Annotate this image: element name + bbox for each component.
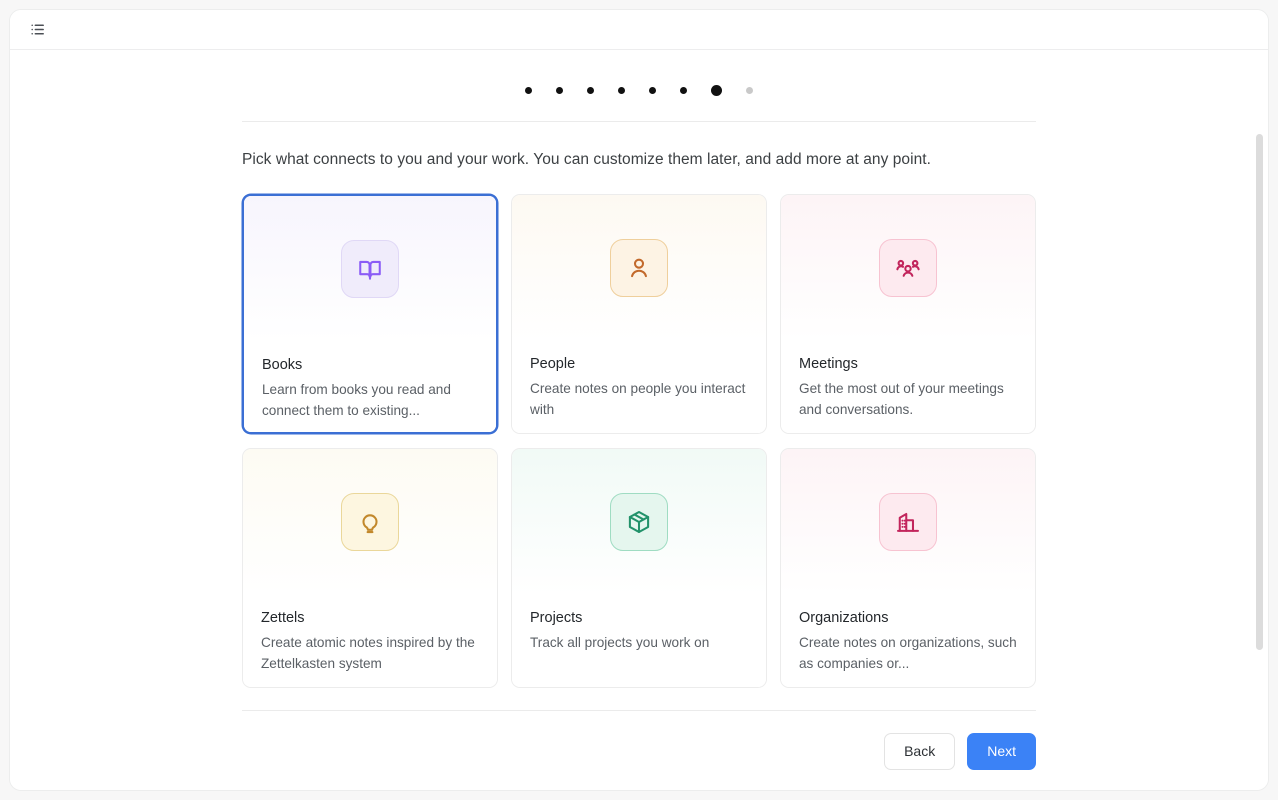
card-description: Get the most out of your meetings and co… bbox=[799, 379, 1017, 420]
card-art-meetings bbox=[781, 195, 1035, 340]
building-icon bbox=[895, 509, 921, 535]
card-title: Zettels bbox=[261, 609, 479, 628]
card-title: Books bbox=[262, 356, 478, 375]
card-title: People bbox=[530, 355, 748, 374]
icon-tile-organizations bbox=[879, 493, 937, 551]
card-body-zettels: Zettels Create atomic notes inspired by t… bbox=[243, 594, 497, 687]
content-scroll-area: Pick what connects to you and your work.… bbox=[10, 50, 1268, 790]
person-icon bbox=[626, 255, 652, 281]
lightbulb-icon bbox=[357, 509, 383, 535]
users-group-icon bbox=[895, 255, 921, 281]
back-button[interactable]: Back bbox=[884, 733, 955, 770]
card-art-zettels bbox=[243, 449, 497, 594]
card-body-meetings: Meetings Get the most out of your meeting… bbox=[781, 340, 1035, 433]
package-box-icon bbox=[626, 509, 652, 535]
step-dot-3[interactable] bbox=[587, 87, 594, 94]
card-body-people: People Create notes on people you interac… bbox=[512, 340, 766, 433]
icon-tile-books bbox=[341, 240, 399, 298]
card-body-organizations: Organizations Create notes on organizatio… bbox=[781, 594, 1035, 687]
list-icon bbox=[29, 21, 46, 38]
vertical-scrollbar[interactable] bbox=[1254, 50, 1265, 790]
list-menu-button[interactable] bbox=[26, 19, 48, 41]
feature-card-grid: Books Learn from books you read and conne… bbox=[242, 194, 1036, 688]
feature-card-people[interactable]: People Create notes on people you interac… bbox=[511, 194, 767, 434]
content-column: Pick what connects to you and your work.… bbox=[242, 121, 1036, 790]
step-dot-8[interactable] bbox=[746, 87, 753, 94]
card-description: Track all projects you work on bbox=[530, 633, 748, 654]
icon-tile-meetings bbox=[879, 239, 937, 297]
step-dot-7[interactable] bbox=[711, 85, 722, 96]
card-description: Learn from books you read and connect th… bbox=[262, 380, 478, 421]
card-description: Create notes on organizations, such as c… bbox=[799, 633, 1017, 674]
card-art-organizations bbox=[781, 449, 1035, 594]
icon-tile-zettels bbox=[341, 493, 399, 551]
card-title: Organizations bbox=[799, 609, 1017, 628]
card-title: Projects bbox=[530, 609, 748, 628]
step-dot-2[interactable] bbox=[556, 87, 563, 94]
bottom-divider bbox=[242, 710, 1036, 711]
step-dot-4[interactable] bbox=[618, 87, 625, 94]
step-dot-6[interactable] bbox=[680, 87, 687, 94]
titlebar bbox=[10, 10, 1268, 50]
card-art-books bbox=[244, 196, 496, 341]
feature-card-zettels[interactable]: Zettels Create atomic notes inspired by t… bbox=[242, 448, 498, 688]
card-description: Create notes on people you interact with bbox=[530, 379, 748, 420]
page-lede: Pick what connects to you and your work.… bbox=[242, 149, 1036, 171]
step-dot-5[interactable] bbox=[649, 87, 656, 94]
top-divider bbox=[242, 121, 1036, 122]
feature-card-organizations[interactable]: Organizations Create notes on organizatio… bbox=[780, 448, 1036, 688]
feature-card-meetings[interactable]: Meetings Get the most out of your meeting… bbox=[780, 194, 1036, 434]
open-book-icon bbox=[357, 256, 383, 282]
wizard-footer: Back Next bbox=[242, 733, 1036, 790]
card-art-people bbox=[512, 195, 766, 340]
icon-tile-people bbox=[610, 239, 668, 297]
next-button[interactable]: Next bbox=[967, 733, 1036, 770]
card-description: Create atomic notes inspired by the Zett… bbox=[261, 633, 479, 674]
feature-card-books[interactable]: Books Learn from books you read and conne… bbox=[242, 194, 498, 434]
feature-card-projects[interactable]: Projects Track all projects you work on bbox=[511, 448, 767, 688]
onboarding-step-dots bbox=[10, 72, 1268, 108]
card-body-projects: Projects Track all projects you work on bbox=[512, 594, 766, 687]
card-art-projects bbox=[512, 449, 766, 594]
icon-tile-projects bbox=[610, 493, 668, 551]
step-dot-1[interactable] bbox=[525, 87, 532, 94]
card-body-books: Books Learn from books you read and conne… bbox=[244, 341, 496, 432]
app-window: Pick what connects to you and your work.… bbox=[9, 9, 1269, 791]
card-title: Meetings bbox=[799, 355, 1017, 374]
scrollbar-thumb[interactable] bbox=[1256, 134, 1263, 650]
